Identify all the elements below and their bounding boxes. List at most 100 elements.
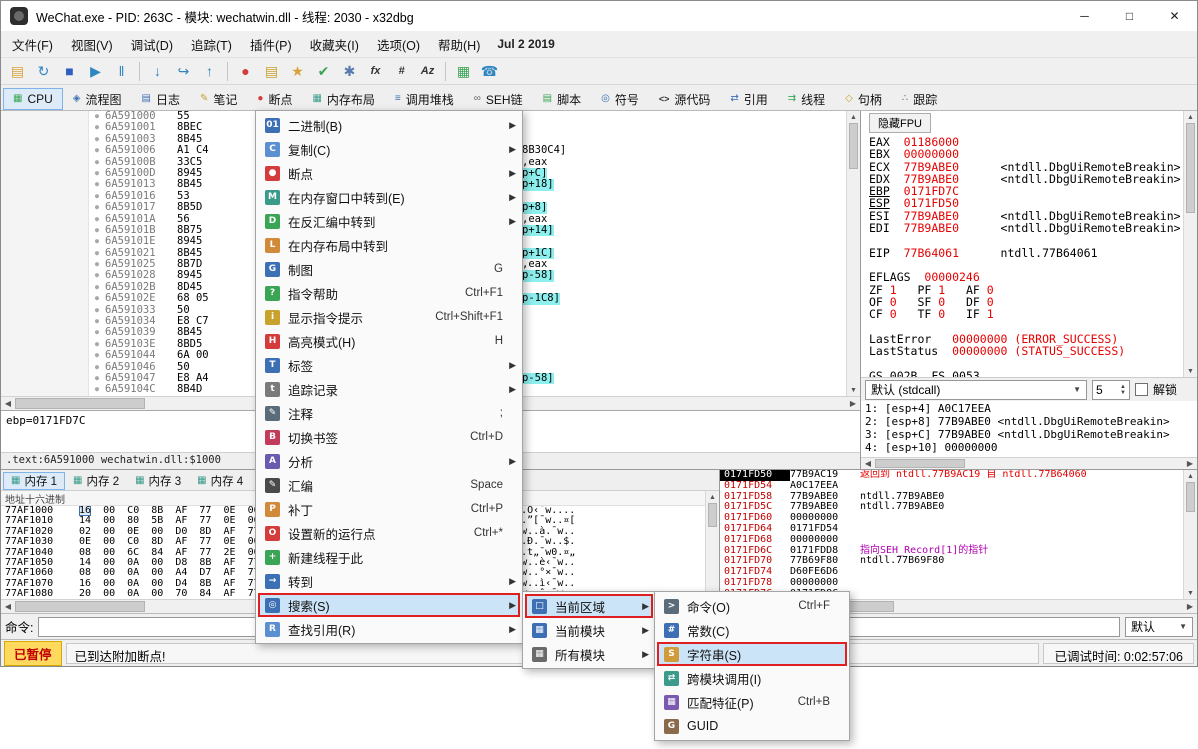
scroll-thumb[interactable] (1186, 482, 1195, 512)
menu-item-current-region[interactable]: □当前区域▶ (525, 594, 653, 618)
menu-item-highlighting-mode[interactable]: H高亮模式(H)H (258, 329, 520, 353)
fx-button[interactable]: fx (363, 59, 388, 83)
open-file-button[interactable]: ▤ (5, 59, 30, 83)
menu-item-create-thread-here[interactable]: +新建线程于此 (258, 545, 520, 569)
menu-item-intermodular-calls[interactable]: ⇄跨模块调用(I) (657, 666, 847, 690)
scroll-thumb[interactable] (708, 503, 717, 527)
scroll-thumb[interactable] (849, 123, 858, 169)
menu-item-trace-record[interactable]: t追踪记录▶ (258, 377, 520, 401)
tab-memory-map[interactable]: ▦内存布局 (302, 88, 384, 110)
menu-plugins[interactable]: 插件(P) (241, 30, 301, 59)
check-button[interactable]: ✔ (311, 59, 336, 83)
register-line[interactable]: LastStatus 00000000 (STATUS_SUCCESS) (869, 345, 1183, 357)
scroll-right-icon[interactable]: ▶ (846, 399, 860, 408)
maximize-button[interactable]: □ (1107, 1, 1152, 31)
tab-script[interactable]: ▤脚本 (533, 88, 591, 110)
calling-convention-select[interactable]: 默认 (stdcall) ▼ (865, 380, 1087, 400)
args-hscrollbar[interactable]: ◀ ▶ (861, 457, 1197, 469)
scroll-up-icon[interactable]: ▲ (709, 491, 716, 503)
minimize-button[interactable]: ─ (1062, 1, 1107, 31)
case-az-button[interactable]: Az (415, 59, 440, 83)
menu-item-breakpoint[interactable]: ●断点▶ (258, 161, 520, 185)
tab-handles[interactable]: ◇句柄 (835, 88, 892, 110)
menu-item-goto[interactable]: →转到▶ (258, 569, 520, 593)
tab-call-stack[interactable]: ≡调用堆栈 (385, 88, 464, 110)
scroll-thumb[interactable] (875, 459, 965, 468)
number-sign-button[interactable]: # (389, 59, 414, 83)
menu-favourites[interactable]: 收藏夹(I) (301, 30, 368, 59)
tab-threads[interactable]: ⇉线程 (778, 88, 835, 110)
spinner-arrows-icon[interactable]: ▲▼ (1120, 384, 1126, 396)
scroll-left-icon[interactable]: ◀ (861, 459, 875, 468)
register-line[interactable]: GS 002B FS 0053 (869, 370, 1183, 378)
menu-file[interactable]: 文件(F) (3, 30, 62, 59)
menu-item-find-references[interactable]: R查找引用(R)▶ (258, 617, 520, 641)
unlock-checkbox[interactable] (1135, 383, 1148, 396)
tab-source[interactable]: <>源代码 (649, 88, 721, 110)
tab-dump-2[interactable]: ▦内存 2 (65, 472, 127, 490)
tab-dump-3[interactable]: ▦内存 3 (127, 472, 189, 490)
scroll-up-icon[interactable]: ▲ (1187, 111, 1194, 123)
menu-item-patch[interactable]: P补丁Ctrl+P (258, 497, 520, 521)
menu-help[interactable]: 帮助(H) (429, 30, 489, 59)
menu-item-command[interactable]: >命令(O)Ctrl+F (657, 594, 847, 618)
scroll-up-icon[interactable]: ▲ (1187, 470, 1194, 482)
arguments-view[interactable]: 1: [esp+4] A0C17EEA2: [esp+8] 77B9ABE0 <… (861, 401, 1197, 457)
argument-line[interactable]: 3: [esp+C] 77B9ABE0 <ntdll.DbgUiRemoteBr… (865, 428, 1193, 441)
settings-gear-button[interactable]: ✱ (337, 59, 362, 83)
menu-item-pattern[interactable]: ▦匹配特征(P)Ctrl+B (657, 690, 847, 714)
menu-item-show-mnemonic-brief[interactable]: i显示指令提示Ctrl+Shift+F1 (258, 305, 520, 329)
menu-item-follow-in-dump[interactable]: M在内存窗口中转到(E)▶ (258, 185, 520, 209)
menu-item-all-modules[interactable]: ▦所有模块▶ (525, 642, 653, 666)
menu-item-instruction-help[interactable]: ?指令帮助Ctrl+F1 (258, 281, 520, 305)
menu-item-graph[interactable]: G制图G (258, 257, 520, 281)
hide-fpu-button[interactable]: 隐藏FPU (869, 113, 931, 133)
menu-item-comment[interactable]: ✎注释; (258, 401, 520, 425)
log-button[interactable]: ▤ (259, 59, 284, 83)
step-into-button[interactable]: ↓ (145, 59, 170, 83)
execute-till-return-button[interactable]: ↑ (197, 59, 222, 83)
menu-item-set-new-origin[interactable]: O设置新的运行点Ctrl+* (258, 521, 520, 545)
menu-trace[interactable]: 追踪(T) (182, 30, 241, 59)
scroll-left-icon[interactable]: ◀ (1, 399, 15, 408)
scroll-down-icon[interactable]: ▼ (1187, 587, 1194, 599)
stack-vscrollbar[interactable]: ▲ ▼ (1183, 470, 1197, 599)
command-profile-select[interactable]: 默认 ▼ (1125, 617, 1193, 637)
tab-seh[interactable]: ∞SEH链 (464, 88, 533, 110)
menu-item-follow-in-disassembler[interactable]: D在反汇编中转到▶ (258, 209, 520, 233)
menu-item-search[interactable]: ◎搜索(S)▶ (258, 593, 520, 617)
scroll-down-icon[interactable]: ▼ (1187, 365, 1194, 377)
disasm-vscrollbar[interactable]: ▲ ▼ (846, 111, 860, 396)
tab-breakpoints[interactable]: ●断点 (247, 88, 302, 110)
run-button[interactable]: ▶ (83, 59, 108, 83)
tab-log[interactable]: ▤日志 (132, 88, 190, 110)
pause-button[interactable]: ‖ (109, 59, 134, 83)
arg-count-spinner[interactable]: 5 ▲▼ (1092, 380, 1130, 400)
memory-vscrollbar[interactable]: ▲ ▼ (705, 491, 719, 599)
tab-dump-1[interactable]: ▦内存 1 (3, 472, 65, 490)
stop-button[interactable]: ■ (57, 59, 82, 83)
menu-item-follow-in-memory-map[interactable]: L在内存布局中转到 (258, 233, 520, 257)
stack-view[interactable]: 0171FD5077B9AC19返回到 ntdll.77B9AC19 自 ntd… (720, 470, 1183, 599)
scroll-up-icon[interactable]: ▲ (850, 111, 857, 123)
scroll-right-icon[interactable]: ▶ (1183, 602, 1197, 611)
close-button[interactable]: ✕ (1152, 1, 1197, 31)
tab-symbols[interactable]: ◎符号 (591, 88, 649, 110)
scroll-thumb[interactable] (1186, 123, 1195, 213)
favourites-button[interactable]: ★ (285, 59, 310, 83)
argument-line[interactable]: 4: [esp+10] 00000000 (865, 441, 1193, 454)
registers-vscrollbar[interactable]: ▲ ▼ (1183, 111, 1197, 377)
scroll-thumb[interactable] (15, 398, 145, 409)
menu-options[interactable]: 选项(O) (368, 30, 429, 59)
register-line[interactable]: EIP 77B64061 ntdll.77B64061 (869, 247, 1183, 259)
tab-dump-4[interactable]: ▦内存 4 (189, 472, 251, 490)
tab-cpu[interactable]: ▦CPU (3, 88, 63, 110)
phone-button[interactable]: ☎ (477, 59, 502, 83)
breakpoint-toggle-button[interactable]: ● (233, 59, 258, 83)
tab-references[interactable]: ⇄引用 (720, 88, 777, 110)
register-line[interactable]: CF 0 TF 0 IF 1 (869, 308, 1183, 320)
tab-trace[interactable]: ∴跟踪 (892, 88, 947, 110)
scroll-down-icon[interactable]: ▼ (850, 384, 857, 396)
tab-notes[interactable]: ✎笔记 (190, 88, 247, 110)
menu-item-string-references[interactable]: S字符串(S) (657, 642, 847, 666)
